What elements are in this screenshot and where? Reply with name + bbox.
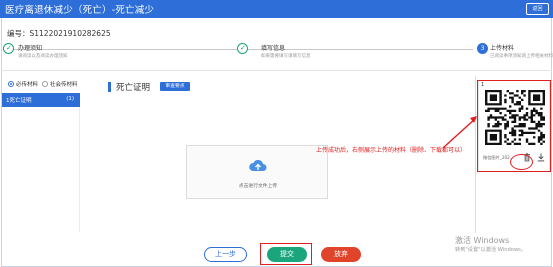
step-3-title: 上传材料 — [490, 45, 515, 52]
review-points-button[interactable]: 审查要点 — [160, 82, 190, 91]
document-title: 死亡证明 — [116, 83, 151, 93]
prev-step-button[interactable]: 上一步 — [204, 247, 247, 262]
step-1-desc: 请阅读以及阅读办理须知 — [18, 54, 68, 59]
upload-hint: 点击进行文件上传 — [238, 184, 278, 189]
order-number: 编号：S1122021910282625 — [7, 28, 111, 39]
step-2-desc: 如果需要填写请填写信息 — [261, 54, 311, 59]
radio-social-label: 社会传材料 — [50, 82, 78, 88]
sidebar-item-count: (1) — [66, 96, 74, 102]
submit-highlight-box — [260, 243, 312, 265]
step-connector-1 — [12, 49, 237, 50]
step-2-check-icon: ✓ — [237, 43, 248, 54]
cloud-upload-icon — [249, 159, 267, 171]
sidebar — [2, 107, 80, 232]
annotation-arrow-icon — [442, 116, 477, 149]
sidebar-item-label: 1死亡证明 — [6, 98, 32, 104]
order-number-label: 编号： — [7, 29, 30, 38]
section-marker — [108, 82, 111, 92]
order-number-value: S1122021910282625 — [29, 29, 111, 38]
radio-required[interactable] — [8, 81, 14, 87]
dialog-header: 医疗离退休减少（死亡）-死亡减少 返回 — [0, 0, 553, 18]
header-action-button[interactable]: 返回 — [526, 3, 549, 15]
step-3-number-icon: 3 — [477, 43, 488, 54]
divider — [1, 70, 552, 71]
actions-highlight-oval — [510, 154, 533, 170]
step-1-title: 办理须知 — [18, 45, 43, 52]
windows-watermark-title: 激活 Windows — [455, 236, 510, 245]
sidebar-item-death-certificate[interactable]: 1死亡证明 (1) — [2, 93, 80, 107]
step-2-title: 填写信息 — [261, 45, 286, 52]
abandon-button[interactable]: 放弃 — [321, 247, 361, 262]
dialog-title: 医疗离退休减少（死亡）-死亡减少 — [5, 5, 155, 16]
radio-required-label: 必传材料 — [16, 82, 39, 88]
step-1-check-icon: ✓ — [3, 43, 14, 54]
step-3-desc: 已阅读事项须知请上传相关材料 — [490, 54, 553, 59]
upload-dropzone[interactable]: 点击进行文件上传 — [186, 145, 328, 199]
windows-watermark-subtitle: 转到"设置"以激活 Windows。 — [455, 247, 527, 253]
radio-social[interactable] — [42, 81, 48, 87]
